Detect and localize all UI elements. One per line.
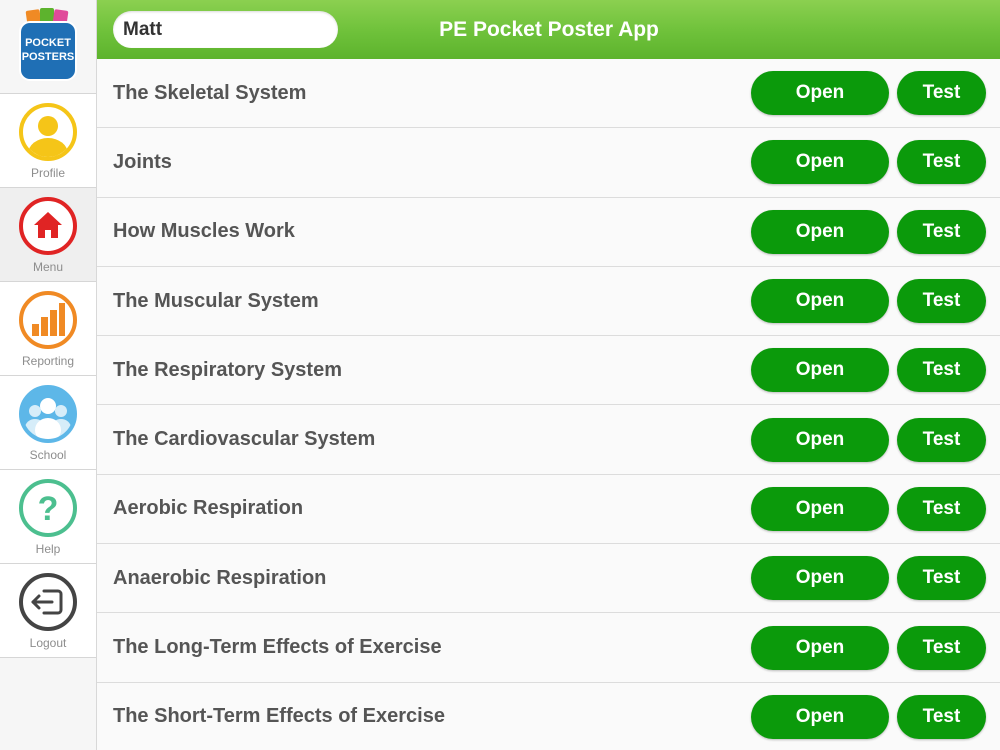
sidebar-item-logout[interactable]: Logout: [0, 564, 96, 658]
topic-title: The Skeletal System: [113, 81, 307, 104]
app-window: POCKET POSTERS Profile Menu Reporting Sc…: [0, 0, 1000, 750]
test-button[interactable]: Test: [897, 625, 986, 670]
sidebar-item-menu[interactable]: Menu: [0, 188, 96, 282]
logo-text-line2: POSTERS: [22, 51, 75, 63]
open-button[interactable]: Open: [751, 417, 889, 462]
list-item: The Short-Term Effects of Exercise Open Te…: [97, 682, 1000, 750]
sidebar-item-label-profile: Profile: [30, 166, 65, 180]
topic-title: The Respiratory System: [113, 358, 342, 381]
question-icon: ?: [19, 479, 77, 537]
open-button[interactable]: Open: [751, 279, 889, 324]
svg-text:?: ?: [38, 490, 59, 528]
test-button[interactable]: Test: [897, 279, 986, 324]
sidebar-item-label-menu: Menu: [32, 260, 64, 274]
list-item: Joints Open Test: [97, 128, 1000, 198]
open-button[interactable]: Open: [751, 71, 889, 116]
topic-title: The Long-Term Effects of Exercise: [113, 636, 442, 659]
sidebar-item-label-help: Help: [35, 542, 61, 556]
list-item: The Cardiovascular System Open Test: [97, 405, 1000, 475]
topic-title: The Muscular System: [113, 289, 319, 312]
open-button[interactable]: Open: [751, 209, 889, 254]
test-button[interactable]: Test: [897, 486, 986, 531]
topic-title: Aerobic Respiration: [113, 497, 304, 520]
test-button[interactable]: Test: [897, 694, 986, 739]
sidebar-item-label-logout: Logout: [29, 636, 67, 650]
list-item: The Respiratory System Open Test: [97, 336, 1000, 406]
logout-icon: [19, 573, 77, 631]
topic-list: The Skeletal System Open Test Joints Open Tes…: [97, 59, 1000, 750]
open-button[interactable]: Open: [751, 694, 889, 739]
sidebar-item-school[interactable]: School: [0, 376, 96, 470]
open-button[interactable]: Open: [751, 348, 889, 393]
profile-icon: [19, 103, 77, 161]
list-item: The Muscular System Open Test: [97, 266, 1000, 337]
test-button[interactable]: Test: [897, 417, 986, 462]
test-button[interactable]: Test: [897, 140, 986, 185]
test-button[interactable]: Test: [897, 556, 986, 601]
sidebar-item-reporting[interactable]: Reporting: [0, 282, 96, 376]
bar-chart-icon: [19, 291, 77, 349]
app-title: PE Pocket Poster App: [439, 18, 659, 41]
header-bar: PE Pocket Poster App: [97, 0, 1000, 59]
list-item: How Muscles Work Open Test: [97, 197, 1000, 267]
list-item: The Skeletal System Open Test: [97, 59, 1000, 129]
sidebar-item-label-school: School: [29, 448, 67, 462]
sidebar: POCKET POSTERS Profile Menu Reporting Sc…: [0, 0, 97, 750]
pocket-posters-logo: POCKET POSTERS: [19, 7, 77, 81]
open-button[interactable]: Open: [751, 556, 889, 601]
user-name-field[interactable]: [113, 11, 338, 48]
test-button[interactable]: Test: [897, 71, 986, 116]
test-button[interactable]: Test: [897, 209, 986, 254]
main-content: PE Pocket Poster App The Skeletal System…: [97, 0, 1000, 750]
test-button[interactable]: Test: [897, 348, 986, 393]
open-button[interactable]: Open: [751, 140, 889, 185]
logo-text-line1: POCKET: [25, 37, 71, 49]
topic-title: How Muscles Work: [113, 220, 295, 243]
open-button[interactable]: Open: [751, 486, 889, 531]
topic-title: The Short-Term Effects of Exercise: [113, 705, 445, 728]
group-icon: [19, 385, 77, 443]
topic-title: Anaerobic Respiration: [113, 566, 327, 589]
list-item: The Long-Term Effects of Exercise Open Tes…: [97, 613, 1000, 683]
logo-cell: POCKET POSTERS: [0, 0, 96, 94]
topic-title: Joints: [113, 150, 172, 173]
sidebar-item-help[interactable]: ? Help: [0, 470, 96, 564]
sidebar-item-label-reporting: Reporting: [21, 354, 75, 368]
list-item: Aerobic Respiration Open Test: [97, 474, 1000, 545]
topic-title: The Cardiovascular System: [113, 428, 376, 451]
open-button[interactable]: Open: [751, 625, 889, 670]
home-icon: [19, 197, 77, 255]
list-item: Anaerobic Respiration Open Test: [97, 544, 1000, 614]
sidebar-item-profile[interactable]: Profile: [0, 94, 96, 188]
